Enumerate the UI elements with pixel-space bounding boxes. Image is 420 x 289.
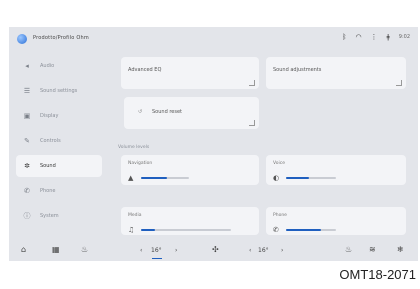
- sidebar-item-phone[interactable]: ✆ Phone: [16, 180, 102, 202]
- temp-up-left-icon[interactable]: ›: [175, 247, 177, 254]
- media-volume-slider[interactable]: [141, 229, 231, 231]
- temp-left-indicator: [152, 258, 162, 259]
- seat-heat-icon[interactable]: ♨: [81, 245, 88, 254]
- settings-sidebar: ◂ Audio ☰ Sound settings ▣ Display ✎ Con…: [9, 55, 109, 230]
- expand-corner-icon: [396, 80, 402, 86]
- advanced-eq-card[interactable]: Advanced EQ: [121, 57, 259, 89]
- temp-right: 16°: [258, 247, 269, 254]
- temp-down-left-icon[interactable]: ‹: [140, 247, 142, 254]
- top-bar: Prodotto/Profilo Ohm ᛒ ◠ ⋮ ǂ 9:02: [9, 27, 418, 51]
- media-volume-card: Media ♫: [121, 207, 259, 235]
- music-icon: ♫: [128, 226, 135, 234]
- temp-left: 16°: [151, 247, 162, 254]
- phone-volume-slider[interactable]: [286, 229, 336, 231]
- voice-volume-card: Voice ◐: [266, 155, 406, 185]
- sidebar-item-audio[interactable]: ◂ Audio: [16, 55, 102, 77]
- expand-corner-icon: [249, 80, 255, 86]
- signal-icon: ⋮: [370, 33, 378, 41]
- antenna-icon: ǂ: [386, 33, 390, 41]
- sliders-icon: ☰: [23, 87, 31, 95]
- navigation-icon: ▲: [128, 174, 134, 182]
- display-icon: ▣: [23, 112, 31, 120]
- info-icon: ⓘ: [23, 212, 31, 220]
- gear-icon: ✲: [24, 162, 30, 170]
- sidebar-item-system[interactable]: ⓘ System: [16, 205, 102, 227]
- voice-icon: ◐: [273, 174, 280, 182]
- ac-icon[interactable]: ❄: [397, 245, 404, 254]
- section-volume-title: Volume levels: [118, 145, 150, 150]
- defrost-icon[interactable]: ≋: [369, 245, 376, 254]
- navigation-volume-card: Navigation ▲: [121, 155, 259, 185]
- fan-icon[interactable]: ✣: [212, 245, 219, 254]
- reset-icon: ↺: [138, 109, 143, 115]
- home-icon[interactable]: ⌂: [21, 245, 26, 254]
- sidebar-item-sound[interactable]: ✲ Sound: [16, 155, 102, 177]
- sound-reset-card[interactable]: ↺ Sound reset: [124, 97, 259, 129]
- avatar[interactable]: [17, 34, 27, 44]
- wifi-icon: ◠: [355, 33, 362, 41]
- speaker-icon: ◂: [25, 62, 29, 70]
- figure-caption: OMT18-2071: [339, 267, 416, 282]
- phone-volume-card: Phone ✆: [266, 207, 406, 235]
- status-time: 9:02: [398, 34, 410, 40]
- status-area: ᛒ ◠ ⋮ ǂ 9:02: [342, 33, 410, 41]
- sidebar-item-sound-settings[interactable]: ☰ Sound settings: [16, 80, 102, 102]
- phone-call-icon: ✆: [273, 226, 279, 234]
- navigation-volume-slider[interactable]: [141, 177, 189, 179]
- seat-heat-right-icon[interactable]: ♨: [345, 245, 352, 254]
- temp-up-right-icon[interactable]: ›: [281, 247, 283, 254]
- bluetooth-icon: ᛒ: [342, 33, 347, 41]
- climate-bar: ⌂ ▦ ♨ ‹ 16° › ✣ ‹ 16° › ♨ ≋ ❄: [9, 239, 418, 261]
- phone-icon: ✆: [24, 187, 30, 195]
- profile-name[interactable]: Prodotto/Profilo Ohm: [33, 35, 89, 41]
- sidebar-item-controls[interactable]: ✎ Controls: [16, 130, 102, 152]
- expand-corner-icon: [249, 120, 255, 126]
- temp-down-right-icon[interactable]: ‹: [249, 247, 251, 254]
- wrench-icon: ✎: [24, 137, 30, 145]
- sidebar-item-display[interactable]: ▣ Display: [16, 105, 102, 127]
- sound-adjustments-card[interactable]: Sound adjustments: [266, 57, 406, 89]
- infotainment-screen: Prodotto/Profilo Ohm ᛒ ◠ ⋮ ǂ 9:02 ◂ Audi…: [9, 27, 418, 261]
- grid-icon[interactable]: ▦: [52, 245, 60, 254]
- voice-volume-slider[interactable]: [286, 177, 336, 179]
